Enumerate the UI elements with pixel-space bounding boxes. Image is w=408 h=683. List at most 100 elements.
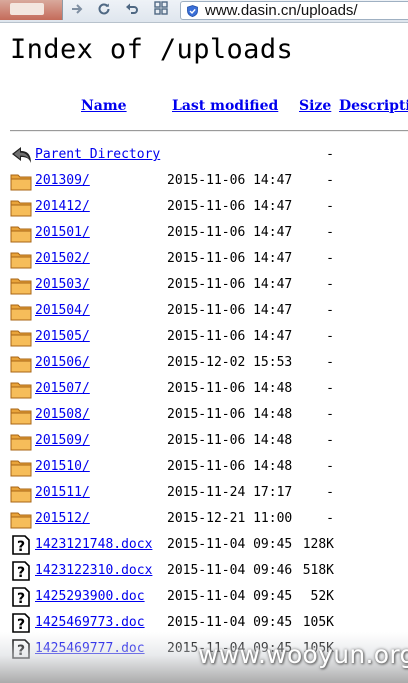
- table-row: 201503/2015-11-06 14:47 -: [0, 272, 408, 298]
- unknown-file-icon[interactable]: ?: [10, 535, 32, 555]
- entry-link[interactable]: 201506/: [35, 355, 90, 370]
- entry-link[interactable]: 201509/: [35, 433, 90, 448]
- entry-last-modified: 2015-11-04 09:45: [167, 641, 293, 656]
- folder-icon[interactable]: [10, 509, 32, 529]
- url-text: www.dasin.cn/uploads/: [205, 2, 358, 19]
- entry-link[interactable]: Parent Directory: [35, 147, 160, 162]
- back-arrow-icon[interactable]: [10, 145, 32, 165]
- entry-size: -: [326, 381, 334, 396]
- unknown-file-icon[interactable]: ?: [10, 561, 32, 581]
- svg-text:?: ?: [17, 565, 25, 581]
- entry-link[interactable]: 201510/: [35, 459, 90, 474]
- folder-icon[interactable]: [10, 301, 32, 321]
- page-title: Index of /uploads: [10, 34, 294, 65]
- entry-link[interactable]: 201511/: [35, 485, 90, 500]
- entry-link[interactable]: 201501/: [35, 225, 90, 240]
- entry-size: -: [326, 433, 334, 448]
- table-row: 201412/2015-11-06 14:47 -: [0, 194, 408, 220]
- entry-size: 105K: [302, 641, 334, 656]
- table-row: 201507/2015-11-06 14:48 -: [0, 376, 408, 402]
- refresh-icon[interactable]: [94, 1, 114, 20]
- windows-icon[interactable]: [151, 1, 171, 20]
- table-row: ? 1423122310.docx 2015-11-04 09:46 518K: [0, 558, 408, 584]
- svg-text:?: ?: [17, 617, 25, 633]
- entry-size: -: [326, 225, 334, 240]
- entry-link[interactable]: 1425469777.doc: [35, 641, 145, 656]
- address-bar[interactable]: www.dasin.cn/uploads/: [180, 1, 408, 20]
- folder-icon[interactable]: [10, 405, 32, 425]
- entry-size: 105K: [302, 615, 334, 630]
- entry-link[interactable]: 201503/: [35, 277, 90, 292]
- entry-size: -: [326, 199, 334, 214]
- entry-size: 52K: [310, 589, 334, 604]
- entry-link[interactable]: 201502/: [35, 251, 90, 266]
- entry-size: -: [326, 355, 334, 370]
- column-header-size[interactable]: Size: [299, 98, 331, 114]
- entry-size: -: [326, 173, 334, 188]
- entry-link[interactable]: 201508/: [35, 407, 90, 422]
- entry-last-modified: 2015-11-06 14:47: [167, 303, 293, 318]
- entry-last-modified: 2015-11-04 09:46: [167, 563, 293, 578]
- folder-icon[interactable]: [10, 483, 32, 503]
- unknown-file-icon[interactable]: ?: [10, 639, 32, 659]
- folder-icon[interactable]: [10, 327, 32, 347]
- table-row: 201505/2015-11-06 14:47 -: [0, 324, 408, 350]
- entry-size: 518K: [302, 563, 334, 578]
- security-shield-icon: [187, 5, 198, 17]
- entry-last-modified: 2015-11-04 09:45: [167, 589, 293, 604]
- entry-link[interactable]: 1423121748.docx: [35, 537, 152, 552]
- folder-icon[interactable]: [10, 197, 32, 217]
- svg-text:?: ?: [17, 539, 25, 555]
- browser-window: www.dasin.cn/uploads/ Index of /uploads …: [0, 0, 408, 683]
- table-row: 201501/2015-11-06 14:47 -: [0, 220, 408, 246]
- entry-last-modified: 2015-11-06 14:48: [167, 407, 293, 422]
- folder-icon[interactable]: [10, 431, 32, 451]
- entry-last-modified: 2015-11-06 14:48: [167, 433, 293, 448]
- entry-last-modified: 2015-12-02 15:53: [167, 355, 293, 370]
- table-row: 201510/2015-11-06 14:48 -: [0, 454, 408, 480]
- entry-link[interactable]: 1423122310.docx: [35, 563, 152, 578]
- column-header-name[interactable]: Name: [81, 98, 127, 114]
- entry-size: 128K: [302, 537, 334, 552]
- table-row: 201309/2015-11-06 14:47 -: [0, 168, 408, 194]
- entry-size: -: [326, 303, 334, 318]
- entry-link[interactable]: 1425469773.doc: [35, 615, 145, 630]
- entry-link[interactable]: 201412/: [35, 199, 90, 214]
- table-row: ? 1425469773.doc 2015-11-04 09:45 105K: [0, 610, 408, 636]
- column-header-last-modified[interactable]: Last modified: [172, 98, 278, 114]
- entry-last-modified: 2015-11-06 14:47: [167, 329, 293, 344]
- entry-last-modified: 2015-11-04 09:45: [167, 615, 293, 630]
- forward-icon[interactable]: [67, 1, 87, 20]
- table-row: 201502/2015-11-06 14:47 -: [0, 246, 408, 272]
- entry-link[interactable]: 201505/: [35, 329, 90, 344]
- entry-last-modified: 2015-11-06 14:48: [167, 381, 293, 396]
- entry-size: -: [326, 407, 334, 422]
- entry-last-modified: 2015-11-24 17:17: [167, 485, 293, 500]
- column-header-description[interactable]: Description: [339, 98, 408, 114]
- entry-link[interactable]: 201309/: [35, 173, 90, 188]
- entry-link[interactable]: 201507/: [35, 381, 90, 396]
- unknown-file-icon[interactable]: ?: [10, 587, 32, 607]
- entry-last-modified: 2015-11-06 14:47: [167, 225, 293, 240]
- folder-icon[interactable]: [10, 457, 32, 477]
- folder-icon[interactable]: [10, 379, 32, 399]
- table-row: ? 1423121748.docx 2015-11-04 09:45 128K: [0, 532, 408, 558]
- folder-icon[interactable]: [10, 249, 32, 269]
- unknown-file-icon[interactable]: ?: [10, 613, 32, 633]
- entry-size: -: [326, 147, 334, 162]
- table-row: 201512/2015-12-21 11:00 -: [0, 506, 408, 532]
- browser-toolbar: www.dasin.cn/uploads/: [0, 0, 408, 23]
- folder-icon[interactable]: [10, 275, 32, 295]
- folder-icon[interactable]: [10, 171, 32, 191]
- folder-icon[interactable]: [10, 353, 32, 373]
- entry-link[interactable]: 201512/: [35, 511, 90, 526]
- entry-link[interactable]: 1425293900.doc: [35, 589, 145, 604]
- folder-icon[interactable]: [10, 223, 32, 243]
- entry-last-modified: 2015-11-04 09:45: [167, 537, 293, 552]
- entry-size: -: [326, 459, 334, 474]
- undo-icon[interactable]: [122, 1, 142, 20]
- entry-link[interactable]: 201504/: [35, 303, 90, 318]
- tab-thumbnail[interactable]: [0, 0, 63, 20]
- entry-size: -: [326, 485, 334, 500]
- table-row: ? 1425469777.doc 2015-11-04 09:45 105K: [0, 636, 408, 662]
